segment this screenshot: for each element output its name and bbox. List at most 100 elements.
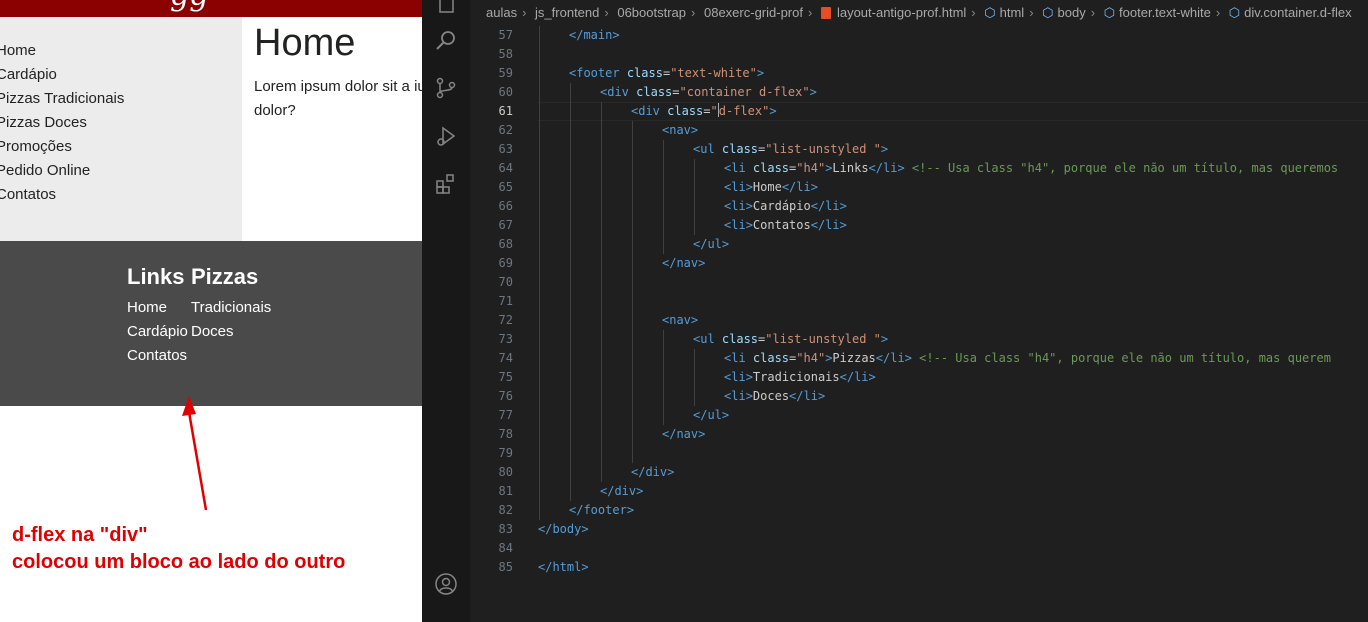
extensions-icon[interactable] <box>434 172 458 196</box>
code-line[interactable]: 59 <footer class="text-white"> <box>470 64 1368 83</box>
code-text: </ul> <box>693 408 730 422</box>
breadcrumb-item[interactable]: body <box>1058 5 1086 20</box>
code-text: <li>Contatos</li> <box>724 218 847 232</box>
code-line[interactable]: 76 <li>Doces</li> <box>470 387 1368 406</box>
code-line[interactable]: 82 </footer> <box>470 501 1368 520</box>
code-text: <li class="h4">Pizzas</li> <!-- Usa clas… <box>724 351 1331 365</box>
line-number: 80 <box>498 465 513 479</box>
code-line[interactable]: 69 </nav> <box>470 254 1368 273</box>
code-text: <ul class="list-unstyled "> <box>693 142 889 156</box>
code-text: <li class="h4">Links</li> <!-- Usa class… <box>724 161 1339 175</box>
indent-guide <box>663 140 664 254</box>
code-line[interactable]: 80 </div> <box>470 463 1368 482</box>
code-text: <footer class="text-white"> <box>569 66 765 80</box>
annotation-text: d-flex na "div" colocou um bloco ao lado… <box>12 522 345 576</box>
code-text: <nav> <box>662 313 699 327</box>
code-line[interactable]: 60 <div class="container d-flex"> <box>470 83 1368 102</box>
breadcrumb-item[interactable]: js_frontend <box>535 5 599 20</box>
code-line[interactable]: 75 <li>Tradicionais</li> <box>470 368 1368 387</box>
code-line[interactable]: 73 <ul class="list-unstyled "> <box>470 330 1368 349</box>
code-line[interactable]: 70 <box>470 273 1368 292</box>
source-control-icon[interactable] <box>434 76 458 100</box>
line-number: 83 <box>498 522 513 536</box>
breadcrumb-item[interactable]: aulas <box>486 5 517 20</box>
code-text: <ul class="list-unstyled "> <box>693 332 889 346</box>
code-line[interactable]: 57 </main> <box>470 26 1368 45</box>
code-text: <li>Cardápio</li> <box>724 199 847 213</box>
line-number: 82 <box>498 503 513 517</box>
line-number: 77 <box>498 408 513 422</box>
code-text: </div> <box>631 465 675 479</box>
code-text: </ul> <box>693 237 730 251</box>
code-line[interactable]: 74 <li class="h4">Pizzas</li> <!-- Usa cl… <box>470 349 1368 368</box>
code-line[interactable]: 68 </ul> <box>470 235 1368 254</box>
code-text: <li>Doces</li> <box>724 389 826 403</box>
line-number: 73 <box>498 332 513 346</box>
breadcrumb-item[interactable]: layout-antigo-prof.html <box>837 5 966 20</box>
indent-guide <box>601 102 602 482</box>
element-icon: ⬡ <box>984 4 996 20</box>
indent-guide <box>539 26 540 520</box>
code-text: <li>Tradicionais</li> <box>724 370 876 384</box>
breadcrumb-item[interactable]: footer.text-white <box>1119 5 1211 20</box>
code-line[interactable]: 63 <ul class="list-unstyled "> <box>470 140 1368 159</box>
code-text: <nav> <box>662 123 699 137</box>
code-line[interactable]: 64 <li class="h4">Links</li> <!-- Usa cla… <box>470 159 1368 178</box>
indent-guide <box>694 159 695 235</box>
line-number: 60 <box>498 85 513 99</box>
line-number: 66 <box>498 199 513 213</box>
search-icon[interactable] <box>434 28 458 52</box>
element-icon: ⬡ <box>1103 4 1116 20</box>
line-number: 84 <box>498 541 513 555</box>
code-text: </div> <box>600 484 644 498</box>
code-line[interactable]: 62 <nav> <box>470 121 1368 140</box>
breadcrumb-item[interactable]: 06bootstrap <box>617 5 686 20</box>
code-line[interactable]: 77 </ul> <box>470 406 1368 425</box>
browser-preview: gg Home Cardápio Pizzas Tradicionais Piz… <box>0 0 422 622</box>
code-text: <li>Home</li> <box>724 180 818 194</box>
line-number: 85 <box>498 560 513 574</box>
files-icon[interactable] <box>434 0 458 16</box>
activity-bar <box>422 0 470 622</box>
line-number: 64 <box>498 161 513 175</box>
breadcrumb-item[interactable]: html <box>1000 5 1025 20</box>
line-number: 59 <box>498 66 513 80</box>
code-line[interactable]: 85 </html> <box>470 558 1368 577</box>
code-line[interactable]: 61 <div class="d-flex"> <box>470 102 1368 121</box>
element-icon: ⬡ <box>1042 4 1054 20</box>
breadcrumb: aulas › js_frontend › 06bootstrap › 08exerc… <box>486 4 1352 21</box>
code-line[interactable]: 81 </div> <box>470 482 1368 501</box>
code-line[interactable]: 66 <li>Cardápio</li> <box>470 197 1368 216</box>
code-text: </nav> <box>662 256 706 270</box>
breadcrumb-item[interactable]: 08exerc-grid-prof <box>704 5 803 20</box>
code-text: </main> <box>569 28 620 42</box>
indent-guide <box>663 330 664 425</box>
line-number: 62 <box>498 123 513 137</box>
breadcrumb-item[interactable]: div.container.d-flex <box>1244 5 1351 20</box>
code-line[interactable]: 79 <box>470 444 1368 463</box>
code-text: </html> <box>538 560 589 574</box>
code-line[interactable]: 78 </nav> <box>470 425 1368 444</box>
line-number: 76 <box>498 389 513 403</box>
code-line[interactable]: 65 <li>Home</li> <box>470 178 1368 197</box>
code-line[interactable]: 71 <box>470 292 1368 311</box>
indent-guide <box>694 349 695 406</box>
code-editor: aulas › js_frontend › 06bootstrap › 08exerc… <box>422 0 1368 622</box>
line-number: 58 <box>498 47 513 61</box>
code-line[interactable]: 58 <box>470 45 1368 64</box>
line-number: 70 <box>498 275 513 289</box>
code-line[interactable]: 72 <nav> <box>470 311 1368 330</box>
indent-guide <box>570 83 571 501</box>
line-number: 81 <box>498 484 513 498</box>
run-debug-icon[interactable] <box>434 124 458 148</box>
code-text: </footer> <box>569 503 635 517</box>
code-text: </nav> <box>662 427 706 441</box>
code-text: <div class="d-flex"> <box>631 103 777 118</box>
line-number: 75 <box>498 370 513 384</box>
code-area[interactable]: 57 </main> 58 59 <footer class="text-white">… <box>470 26 1368 622</box>
code-line[interactable]: 83 </body> <box>470 520 1368 539</box>
element-icon: ⬡ <box>1228 4 1241 20</box>
account-icon[interactable] <box>434 572 458 596</box>
code-line[interactable]: 84 <box>470 539 1368 558</box>
code-line[interactable]: 67 <li>Contatos</li> <box>470 216 1368 235</box>
